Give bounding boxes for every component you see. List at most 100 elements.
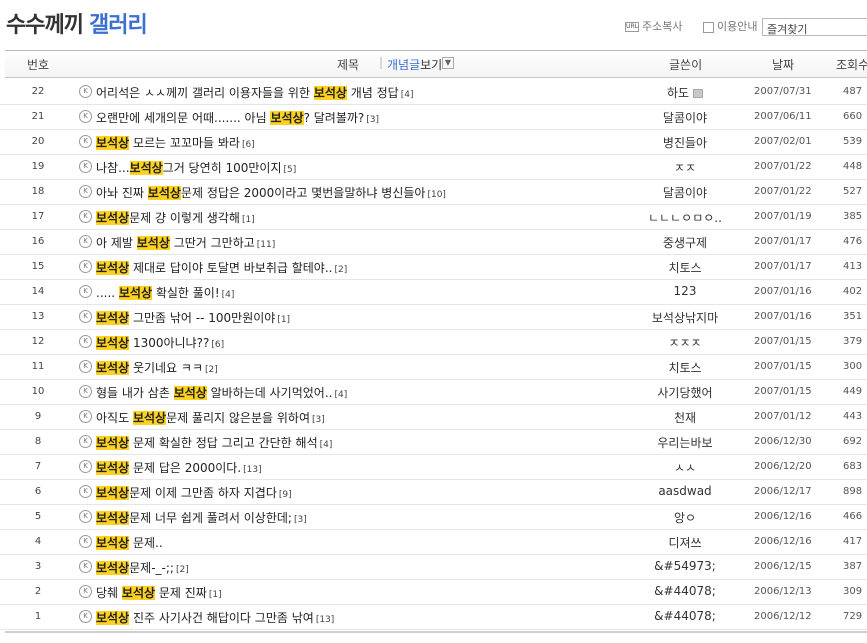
post-row[interactable]: 13 K 보석상 그만좀 낚어 -- 100만원이야 [1] 보석상낚지마 2007/01… [0,305,867,330]
post-subject-link[interactable]: 보석상 문제 답은 2000이다. [13] [96,459,262,476]
post-subject-link[interactable]: 아놔 진짜 보석상문제 정답은 2000이라고 몇번을말하냐 병신들아 [10] [96,184,446,201]
comment-count[interactable]: [2] [334,265,347,275]
post-writer[interactable]: 천재 [620,409,750,426]
post-row[interactable]: 10 K 형들 내가 삼촌 보석상 알바하는데 사기먹었어.. [4] 사기당했어 200… [0,380,867,405]
post-subject-link[interactable]: 보석상 모르는 꼬꼬마들 봐라 [6] [96,134,255,151]
comment-count[interactable]: [6] [242,140,255,150]
usage-guide-button[interactable]: 이용안내 [686,18,757,34]
comment-count[interactable]: [4] [320,440,333,450]
post-subject-link[interactable]: 어리석은 ㅅㅅ께끼 갤러리 이용자들을 위한 보석상 개념 정답 [4] [96,84,413,101]
post-row[interactable]: 7 K 보석상 문제 답은 2000이다. [13] ㅅㅅ 2006/12/20 683 [0,455,867,480]
keyword-highlight: 보석상 [96,511,130,525]
post-writer[interactable]: ㅈㅈㅈ [620,334,750,351]
post-row[interactable]: 14 K..... 보석상 확실한 풀이! [4] 123 2007/01/16 402 [0,280,867,305]
comment-count[interactable]: [6] [211,340,224,350]
comment-count[interactable]: [10] [427,190,445,200]
post-row[interactable]: 5 K 보석상문제 너무 쉽게 풀려서 이상한데; [3] 앙ㅇ 2006/12/16 46… [0,505,867,530]
post-writer[interactable]: &#54973; [620,559,750,573]
post-writer[interactable]: 달콤이야 [620,109,750,126]
comment-count[interactable]: [5] [284,165,297,175]
post-writer[interactable]: 123 [620,284,750,298]
post-row[interactable]: 17 K 보석상문제 걍 이렇게 생각해 [1] ㄴㄴㄴㅇㅁㅇ.. 2007/01/19 3… [0,205,867,230]
comment-count[interactable]: [2] [176,565,189,575]
post-writer[interactable]: 보석상낚지마 [620,309,750,326]
post-subject-link[interactable]: 당췌 보석상 문제 진짜 [1] [96,584,222,601]
comment-count[interactable]: [13] [243,465,261,475]
post-subject-link[interactable]: 오랜만에 세개의문 어때....... 아님 보석상? 달려볼까? [3] [96,109,379,126]
post-subject-link[interactable]: 아직도 보석상문제 풀리지 않은분을 위하여 [3] [96,409,325,426]
subject-text-after: 문제 너무 쉽게 풀려서 이상한데; [129,511,292,525]
post-row[interactable]: 12 K 보석상 1300아니냐?? [6] ㅈㅈㅈ 2007/01/15 379 [0,330,867,355]
post-writer[interactable]: 병진들아 [620,134,750,151]
post-writer[interactable]: 달콤이야 [620,184,750,201]
post-row[interactable]: 1 K 보석상 진주 사기사건 해답이다 그만좀 낚여 [13] &#44078; 200… [0,605,867,630]
post-writer[interactable]: &#44078; [620,584,750,598]
post-row[interactable]: 15 K 보석상 제대로 답이야 토달면 바보취급 할테야.. [2] 치토스 2007/… [0,255,867,280]
post-writer[interactable]: &#44078; [620,609,750,623]
post-writer[interactable]: 하도 [620,84,750,101]
post-number: 4 [34,536,42,547]
comment-count[interactable]: [2] [205,365,218,375]
comment-count[interactable]: [4] [222,290,235,300]
post-subject-link[interactable]: 보석상문제 이제 그만좀 하자 지겹다 [9] [96,484,292,501]
post-writer[interactable]: 중생구제 [620,234,750,251]
copy-address-button[interactable]: URL 주소복사 [625,18,682,34]
post-writer[interactable]: aasdwad [620,484,750,498]
comment-count[interactable]: [13] [316,615,334,625]
comment-count[interactable]: [3] [312,415,325,425]
post-row[interactable]: 3 K 보석상문제-_-;; [2] &#54973; 2006/12/15 387 [0,555,867,580]
post-writer[interactable]: 앙ㅇ [620,509,750,526]
post-row[interactable]: 9 K 아직도 보석상문제 풀리지 않은분을 위하여 [3] 천재 2007/01/12 4… [0,405,867,430]
post-subject-link[interactable]: 보석상 문제 확실한 정답 그리고 간단한 해석 [4] [96,434,332,451]
post-writer[interactable]: ㄴㄴㄴㅇㅁㅇ.. [620,209,750,226]
post-subject-link[interactable]: 보석상문제-_-;; [2] [96,559,189,576]
post-writer[interactable]: 사기당했어 [620,384,750,401]
post-row[interactable]: 8 K 보석상 문제 확실한 정답 그리고 간단한 해석 [4] 우리는바보 2006/1… [0,430,867,455]
writer-name: 123 [673,284,697,298]
post-subject-link[interactable]: 보석상 그만좀 낚어 -- 100만원이야 [1] [96,309,290,326]
post-row[interactable]: 18 K 아놔 진짜 보석상문제 정답은 2000이라고 몇번을말하냐 병신들아 [1… [0,180,867,205]
post-writer[interactable]: 치토스 [620,359,750,376]
post-subject-link[interactable]: 보석상 제대로 답이야 토달면 바보취급 할테야.. [2] [96,259,347,276]
post-subject-link[interactable]: 형들 내가 삼촌 보석상 알바하는데 사기먹었어.. [4] [96,384,347,401]
post-writer[interactable]: 디져쓰 [620,534,750,551]
favorites-select[interactable]: 즐겨찾기 [762,18,867,36]
post-writer[interactable]: ㅈㅈ [620,159,750,176]
comment-count[interactable]: [1] [209,590,222,600]
comment-count[interactable]: [3] [294,515,307,525]
post-row[interactable]: 20 K 보석상 모르는 꼬꼬마들 봐라 [6] 병진들아 2007/02/01 539 [0,130,867,155]
post-subject-link[interactable]: 아 제발 보석상 그딴거 그만하고 [11] [96,234,275,251]
comment-count[interactable]: [9] [279,490,292,500]
comment-count[interactable]: [3] [366,115,379,125]
post-row[interactable]: 21 K 오랜만에 세개의문 어때....... 아님 보석상? 달려볼까? [3] 달… [0,105,867,130]
post-type-icon: K [79,485,92,498]
concept-view-toggle[interactable]: 개념글보기 [387,56,442,73]
comment-count[interactable]: [1] [242,215,255,225]
post-hits: 387 [843,561,863,572]
post-writer[interactable]: 치토스 [620,259,750,276]
post-row[interactable]: 19 K 나참...보석상그거 당연히 100만이지 [5] ㅈㅈ 2007/01/22 4… [0,155,867,180]
comment-count[interactable]: [4] [334,390,347,400]
post-subject-link[interactable]: 보석상 1300아니냐?? [6] [96,334,224,351]
post-row[interactable]: 4 K 보석상 문제.. 디져쓰 2006/12/16 417 [0,530,867,555]
post-row[interactable]: 16 K 아 제발 보석상 그딴거 그만하고 [11] 중생구제 2007/01/17 47… [0,230,867,255]
post-subject-link[interactable]: 보석상 문제.. [96,534,165,551]
post-row[interactable]: 22 K 어리석은 ㅅㅅ께끼 갤러리 이용자들을 위한 보석상 개념 정답 [4] 하도… [0,80,867,105]
post-subject-link[interactable]: ..... 보석상 확실한 풀이! [4] [96,284,234,301]
post-row[interactable]: 6 K 보석상문제 이제 그만좀 하자 지겹다 [9] aasdwad 2006/12/1… [0,480,867,505]
post-subject-link[interactable]: 보석상문제 걍 이렇게 생각해 [1] [96,209,255,226]
comment-count[interactable]: [4] [401,90,414,100]
gallery-title[interactable]: 수수께끼 갤러리 [6,7,148,39]
chevron-down-icon[interactable]: ▼ [442,57,454,69]
top-tools: URL 주소복사 이용안내 [625,18,757,34]
post-subject-link[interactable]: 보석상 진주 사기사건 해답이다 그만좀 낚여 [13] [96,609,334,626]
post-writer[interactable]: ㅅㅅ [620,459,750,476]
post-row[interactable]: 11 K 보석상 웃기네요 ㅋㅋ [2] 치토스 2007/01/15 300 [0,355,867,380]
post-subject-link[interactable]: 나참...보석상그거 당연히 100만이지 [5] [96,159,296,176]
comment-count[interactable]: [11] [257,240,275,250]
post-subject-link[interactable]: 보석상문제 너무 쉽게 풀려서 이상한데; [3] [96,509,307,526]
post-row[interactable]: 2 K 당췌 보석상 문제 진짜 [1] &#44078; 2006/12/13 309 [0,580,867,605]
post-writer[interactable]: 우리는바보 [620,434,750,451]
comment-count[interactable]: [1] [277,315,290,325]
post-subject-link[interactable]: 보석상 웃기네요 ㅋㅋ [2] [96,359,218,376]
